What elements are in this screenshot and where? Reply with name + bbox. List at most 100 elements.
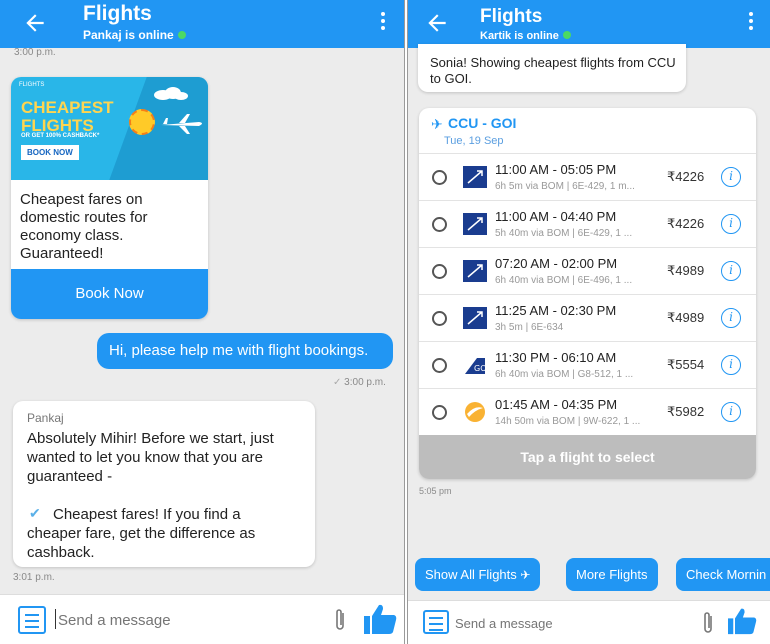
flight-times: 11:00 AM - 04:40 PM xyxy=(495,209,617,224)
flight-price: ₹4226 xyxy=(667,169,705,184)
plane-icon: ✈ xyxy=(520,568,531,582)
header-title: Flights xyxy=(83,2,152,25)
promo-banner-image: FLIGHTS CHEAPEST FLIGHTS OR GET 100% CAS… xyxy=(11,77,208,180)
flight-details: 14h 50m via BOM | 9W-622, 1 ... xyxy=(495,416,641,427)
app-header: Flights Kartik is online xyxy=(408,0,770,48)
flight-row[interactable]: GO 11:30 PM - 06:10 AM 6h 40m via BOM | G8… xyxy=(419,342,756,389)
incoming-message: Pankaj Absolutely Mihir! Before we start… xyxy=(13,401,315,567)
flight-radio-button[interactable] xyxy=(432,405,447,420)
info-icon[interactable]: i xyxy=(721,402,741,422)
attachment-icon[interactable] xyxy=(700,610,716,636)
indigo-logo-icon xyxy=(463,166,487,188)
flight-details: 5h 40m via BOM | 6E-429, 1 ... xyxy=(495,228,633,239)
outgoing-timestamp: ✓ 3:00 p.m. xyxy=(333,377,386,388)
message-composer xyxy=(408,600,770,644)
sent-check-icon: ✓ xyxy=(333,377,345,388)
info-icon[interactable]: i xyxy=(721,167,741,187)
more-menu-icon[interactable] xyxy=(748,12,754,34)
flight-radio-button[interactable] xyxy=(432,358,447,373)
more-flights-button[interactable]: More Flights xyxy=(566,558,658,591)
promo-banner-cashback: OR GET 100% CASHBACK* xyxy=(21,133,100,139)
flight-price: ₹5554 xyxy=(667,357,705,372)
flight-radio-button[interactable] xyxy=(432,311,447,326)
flight-row[interactable]: 07:20 AM - 02:00 PM 6h 40m via BOM | 6E-4… xyxy=(419,248,756,295)
outgoing-timestamp-text: 3:00 p.m. xyxy=(344,377,386,388)
flight-radio-button[interactable] xyxy=(432,170,447,185)
flight-times: 07:20 AM - 02:00 PM xyxy=(495,256,618,271)
flight-row[interactable]: 11:25 AM - 02:30 PM 3h 5m | 6E-634 ₹4989 i xyxy=(419,295,756,342)
promo-banner-brand: FLIGHTS xyxy=(19,82,45,88)
cloud-icon xyxy=(154,87,188,100)
online-dot-icon xyxy=(177,31,186,39)
right-chat-screen: Flights Kartik is online Sonia! Showing … xyxy=(408,0,770,644)
tap-flight-to-select-button[interactable]: Tap a flight to select xyxy=(419,435,756,479)
message-input[interactable] xyxy=(58,607,318,633)
list-timestamp: 5:05 pm xyxy=(419,486,452,496)
book-now-button[interactable]: Book Now xyxy=(11,269,208,319)
info-icon[interactable]: i xyxy=(721,355,741,375)
promo-card: FLIGHTS CHEAPEST FLIGHTS OR GET 100% CAS… xyxy=(11,77,208,319)
text-cursor xyxy=(55,609,56,629)
flight-row[interactable]: 01:45 AM - 04:35 PM 14h 50m via BOM | 9W-… xyxy=(419,389,756,436)
indigo-logo-icon xyxy=(463,307,487,329)
flight-details: 6h 40m via BOM | 6E-496, 1 ... xyxy=(495,275,633,286)
flight-price: ₹4989 xyxy=(667,263,705,278)
guarantee-seal-icon xyxy=(129,109,155,135)
route-header: ✈ CCU - GOI Tue, 19 Sep xyxy=(419,108,756,154)
online-dot-icon xyxy=(562,31,571,39)
info-icon[interactable]: i xyxy=(721,214,741,234)
flight-details: 6h 40m via BOM | G8-512, 1 ... xyxy=(495,369,634,380)
flight-details: 6h 5m via BOM | 6E-429, 1 m... xyxy=(495,181,635,192)
plane-icon: ✈ xyxy=(431,116,443,132)
outgoing-message: Hi, please help me with flight bookings. xyxy=(97,333,393,369)
incoming-timestamp: 3:01 p.m. xyxy=(13,572,55,583)
back-arrow-icon[interactable] xyxy=(424,10,450,36)
flight-row[interactable]: 11:00 AM - 05:05 PM 6h 5m via BOM | 6E-42… xyxy=(419,154,756,201)
online-status: Kartik is online xyxy=(480,30,571,42)
app-header: Flights Pankaj is online xyxy=(0,0,404,48)
message-composer xyxy=(0,594,404,644)
incoming-message-point: Cheapest fares! If you find a cheaper fa… xyxy=(27,506,256,561)
message-template-icon[interactable] xyxy=(423,610,449,634)
check-morning-button[interactable]: Check Mornin xyxy=(676,558,770,591)
message-input[interactable] xyxy=(455,610,675,636)
flight-price: ₹4226 xyxy=(667,216,705,231)
online-status-text: Kartik is online xyxy=(480,30,559,42)
thumbs-up-icon[interactable] xyxy=(726,607,758,635)
intro-message: Sonia! Showing cheapest flights from CCU… xyxy=(418,44,686,92)
flight-row[interactable]: 11:00 AM - 04:40 PM 5h 40m via BOM | 6E-4… xyxy=(419,201,756,248)
route-date: Tue, 19 Sep xyxy=(444,135,504,147)
attachment-icon[interactable] xyxy=(332,607,348,633)
header-title: Flights xyxy=(480,6,543,27)
flight-price: ₹5982 xyxy=(667,404,705,419)
flight-price: ₹4989 xyxy=(667,310,705,325)
show-all-flights-button[interactable]: Show All Flights ✈ xyxy=(415,558,541,591)
sender-name: Pankaj xyxy=(27,411,64,425)
incoming-message-text: Absolutely Mihir! Before we start, just … xyxy=(27,430,274,485)
back-arrow-icon[interactable] xyxy=(22,10,48,36)
info-icon[interactable]: i xyxy=(721,308,741,328)
flight-radio-button[interactable] xyxy=(432,217,447,232)
promo-banner-book-now: BOOK NOW xyxy=(21,145,79,160)
left-chat-screen: Flights Pankaj is online 3:00 p.m. FLIGH… xyxy=(0,0,404,644)
more-menu-icon[interactable] xyxy=(380,12,386,34)
svg-text:GO: GO xyxy=(474,364,487,373)
flight-times: 11:25 AM - 02:30 PM xyxy=(495,303,617,318)
airplane-icon xyxy=(161,114,202,134)
flight-times: 01:45 AM - 04:35 PM xyxy=(495,397,618,412)
thumbs-up-icon[interactable] xyxy=(362,603,398,635)
route-name: CCU - GOI xyxy=(448,115,517,131)
flight-times: 11:30 PM - 06:10 AM xyxy=(495,350,617,365)
promo-banner-line2: FLIGHTS xyxy=(21,116,94,135)
flight-results-card: ✈ CCU - GOI Tue, 19 Sep 11:00 AM - 05:05… xyxy=(419,108,756,479)
flight-times: 11:00 AM - 05:05 PM xyxy=(495,162,617,177)
flight-radio-button[interactable] xyxy=(432,264,447,279)
goair-logo-icon: GO xyxy=(463,354,487,376)
flight-details: 3h 5m | 6E-634 xyxy=(495,322,564,333)
promo-description: Cheapest fares on domestic routes for ec… xyxy=(20,191,148,262)
info-icon[interactable]: i xyxy=(721,261,741,281)
timestamp: 3:00 p.m. xyxy=(14,47,56,58)
message-template-icon[interactable] xyxy=(18,606,46,634)
show-all-flights-label: Show All Flights xyxy=(425,567,517,582)
promo-banner-line1: CHEAPEST xyxy=(21,98,114,117)
